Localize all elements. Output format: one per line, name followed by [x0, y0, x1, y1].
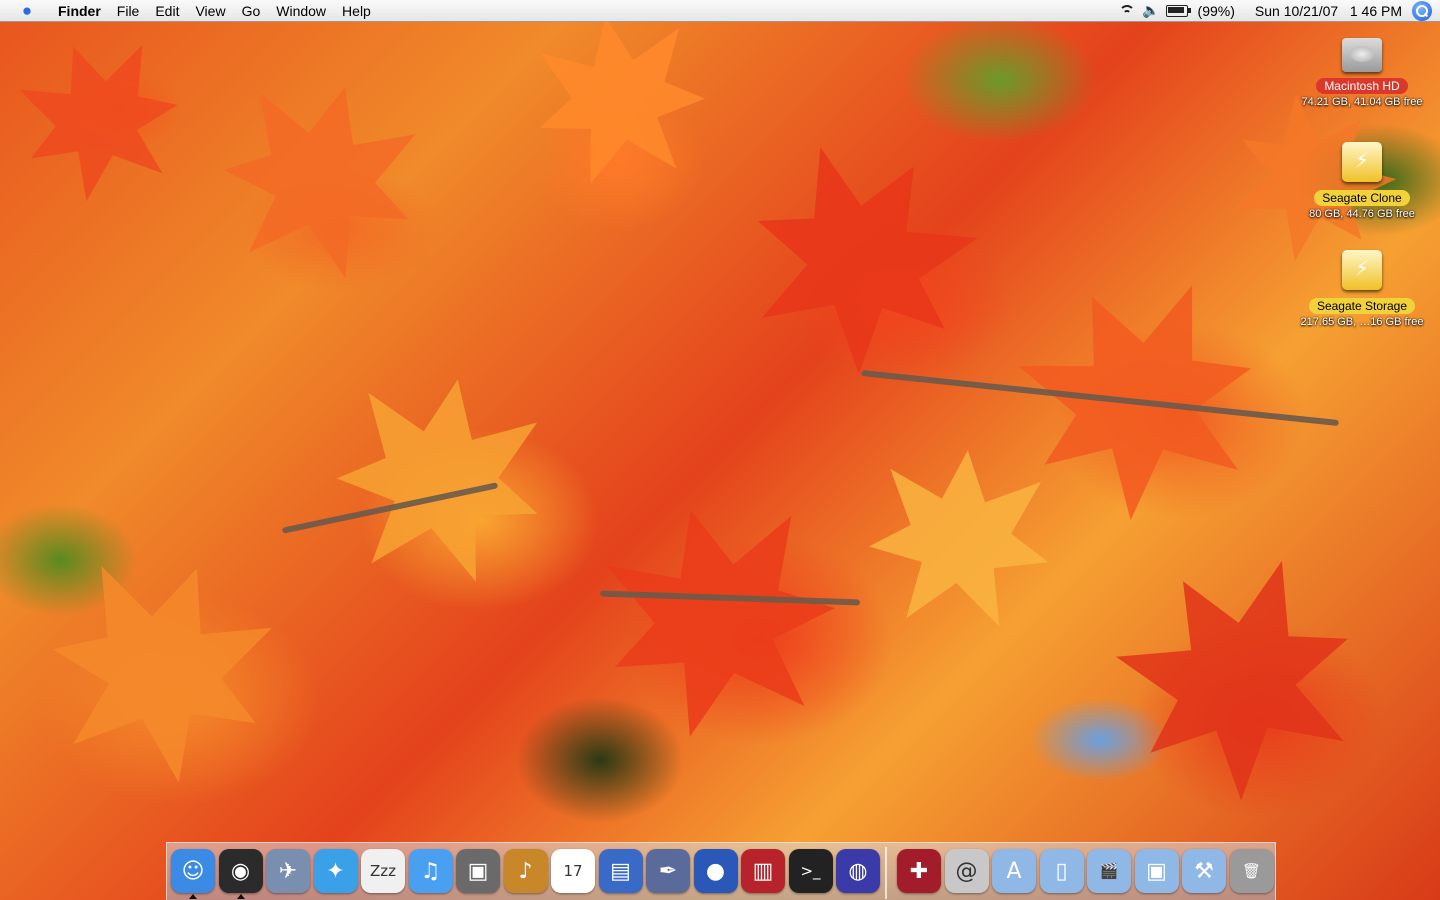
battery-icon[interactable] — [1165, 4, 1191, 17]
movies-folder-icon[interactable]: 🎬 — [1087, 849, 1131, 893]
volume-name: Seagate Storage — [1308, 298, 1416, 314]
battery-level-fill — [1167, 6, 1184, 13]
utilities-folder-icon[interactable]: ⚒ — [1182, 849, 1226, 893]
safari-icon[interactable]: ✦ — [313, 849, 358, 893]
external-drive-icon — [1342, 250, 1382, 290]
wifi-icon[interactable] — [1118, 4, 1136, 18]
pen-icon[interactable]: ✒ — [646, 849, 690, 893]
running-indicator — [189, 894, 197, 899]
external-drive-icon — [1342, 142, 1382, 182]
menu-bar: ● Finder File Edit View Go Window Help 🔈… — [0, 0, 1440, 22]
volume-info: 74.21 GB, 41.04 GB free — [1301, 96, 1423, 108]
keynote-icon[interactable]: ▤ — [598, 849, 643, 893]
iphoto-icon[interactable]: ▣ — [456, 849, 500, 893]
volume-name: Seagate Clone — [1314, 190, 1410, 206]
dashboard-icon[interactable]: ◉ — [218, 849, 263, 893]
mail-icon[interactable]: ✈ — [266, 849, 310, 893]
itunes-icon[interactable]: ♫ — [408, 849, 453, 893]
menu-extras: 🔈 (99%) Sun 10/21/07 1 46 PM — [1118, 0, 1440, 22]
leaf-decoration — [580, 480, 859, 759]
documents-folder-icon[interactable]: ▯ — [1039, 849, 1084, 893]
volume-info: 217.65 GB, …16 GB free — [1300, 316, 1424, 328]
spotlight-search-icon[interactable] — [1412, 0, 1432, 21]
desktop-wallpaper — [0, 0, 1440, 900]
menu-help[interactable]: Help — [334, 3, 379, 19]
leaf-decoration — [22, 532, 299, 809]
leaf-decoration — [523, 3, 718, 198]
photo-booth-icon[interactable]: ▥ — [741, 849, 785, 893]
leaf-decoration — [202, 62, 437, 297]
network-globe-icon[interactable]: ◍ — [836, 849, 880, 893]
menu-app-finder[interactable]: Finder — [50, 3, 109, 19]
ichat-icon[interactable]: Zzz — [361, 849, 405, 893]
garageband-icon[interactable]: ♪ — [503, 849, 548, 893]
leaf-decoration — [0, 20, 200, 220]
pictures-folder-icon[interactable]: ▣ — [1134, 849, 1179, 893]
desktop-volume-macintosh-hd[interactable]: Macintosh HD 74.21 GB, 41.04 GB free — [1292, 32, 1432, 108]
menu-edit[interactable]: Edit — [147, 3, 187, 19]
dock: ☺ ◉ ✈ ✦ Zzz ♫ ▣ ♪ 17 ▤ ✒ ● ▥ >_ ◍ ✚ @ A ▯ 🎬 ▣ ⚒ 🗑 — [166, 842, 1276, 900]
volume-info: 80 GB, 44.76 GB free — [1309, 208, 1415, 220]
dock-separator — [885, 847, 887, 899]
leaf-decoration — [712, 112, 1007, 407]
ical-icon[interactable]: 17 — [551, 849, 595, 893]
internal-hard-drive-icon — [1342, 38, 1382, 72]
finder-icon[interactable]: ☺ — [171, 849, 215, 893]
leaf-decoration — [1084, 524, 1395, 835]
battery-percentage[interactable]: (99%) — [1192, 3, 1241, 19]
menu-go[interactable]: Go — [234, 3, 269, 19]
desktop-volume-seagate-clone[interactable]: Seagate Clone 80 GB, 44.76 GB free — [1292, 140, 1432, 220]
volume-name: Macintosh HD — [1316, 78, 1408, 94]
leaf-decoration — [862, 442, 1057, 637]
menu-view[interactable]: View — [187, 3, 233, 19]
trash-icon[interactable]: 🗑 — [1229, 849, 1274, 893]
apple-menu-icon[interactable]: ● — [18, 1, 36, 20]
at-sign-icon[interactable]: @ — [944, 849, 989, 893]
leaf-decoration — [322, 362, 558, 598]
applications-folder-icon[interactable]: A — [992, 849, 1036, 893]
menu-file[interactable]: File — [109, 3, 148, 19]
menu-window[interactable]: Window — [268, 3, 334, 19]
terminal-icon[interactable]: >_ — [788, 849, 833, 893]
running-indicator — [236, 894, 245, 899]
shield-icon[interactable]: ✚ — [897, 849, 941, 893]
google-earth-icon[interactable]: ● — [693, 849, 738, 893]
desktop-volume-seagate-storage[interactable]: Seagate Storage 217.65 GB, …16 GB free — [1292, 248, 1432, 328]
volume-icon[interactable]: 🔈 — [1136, 3, 1165, 19]
menu-clock[interactable]: Sun 10/21/07 1 46 PM — [1249, 3, 1408, 19]
